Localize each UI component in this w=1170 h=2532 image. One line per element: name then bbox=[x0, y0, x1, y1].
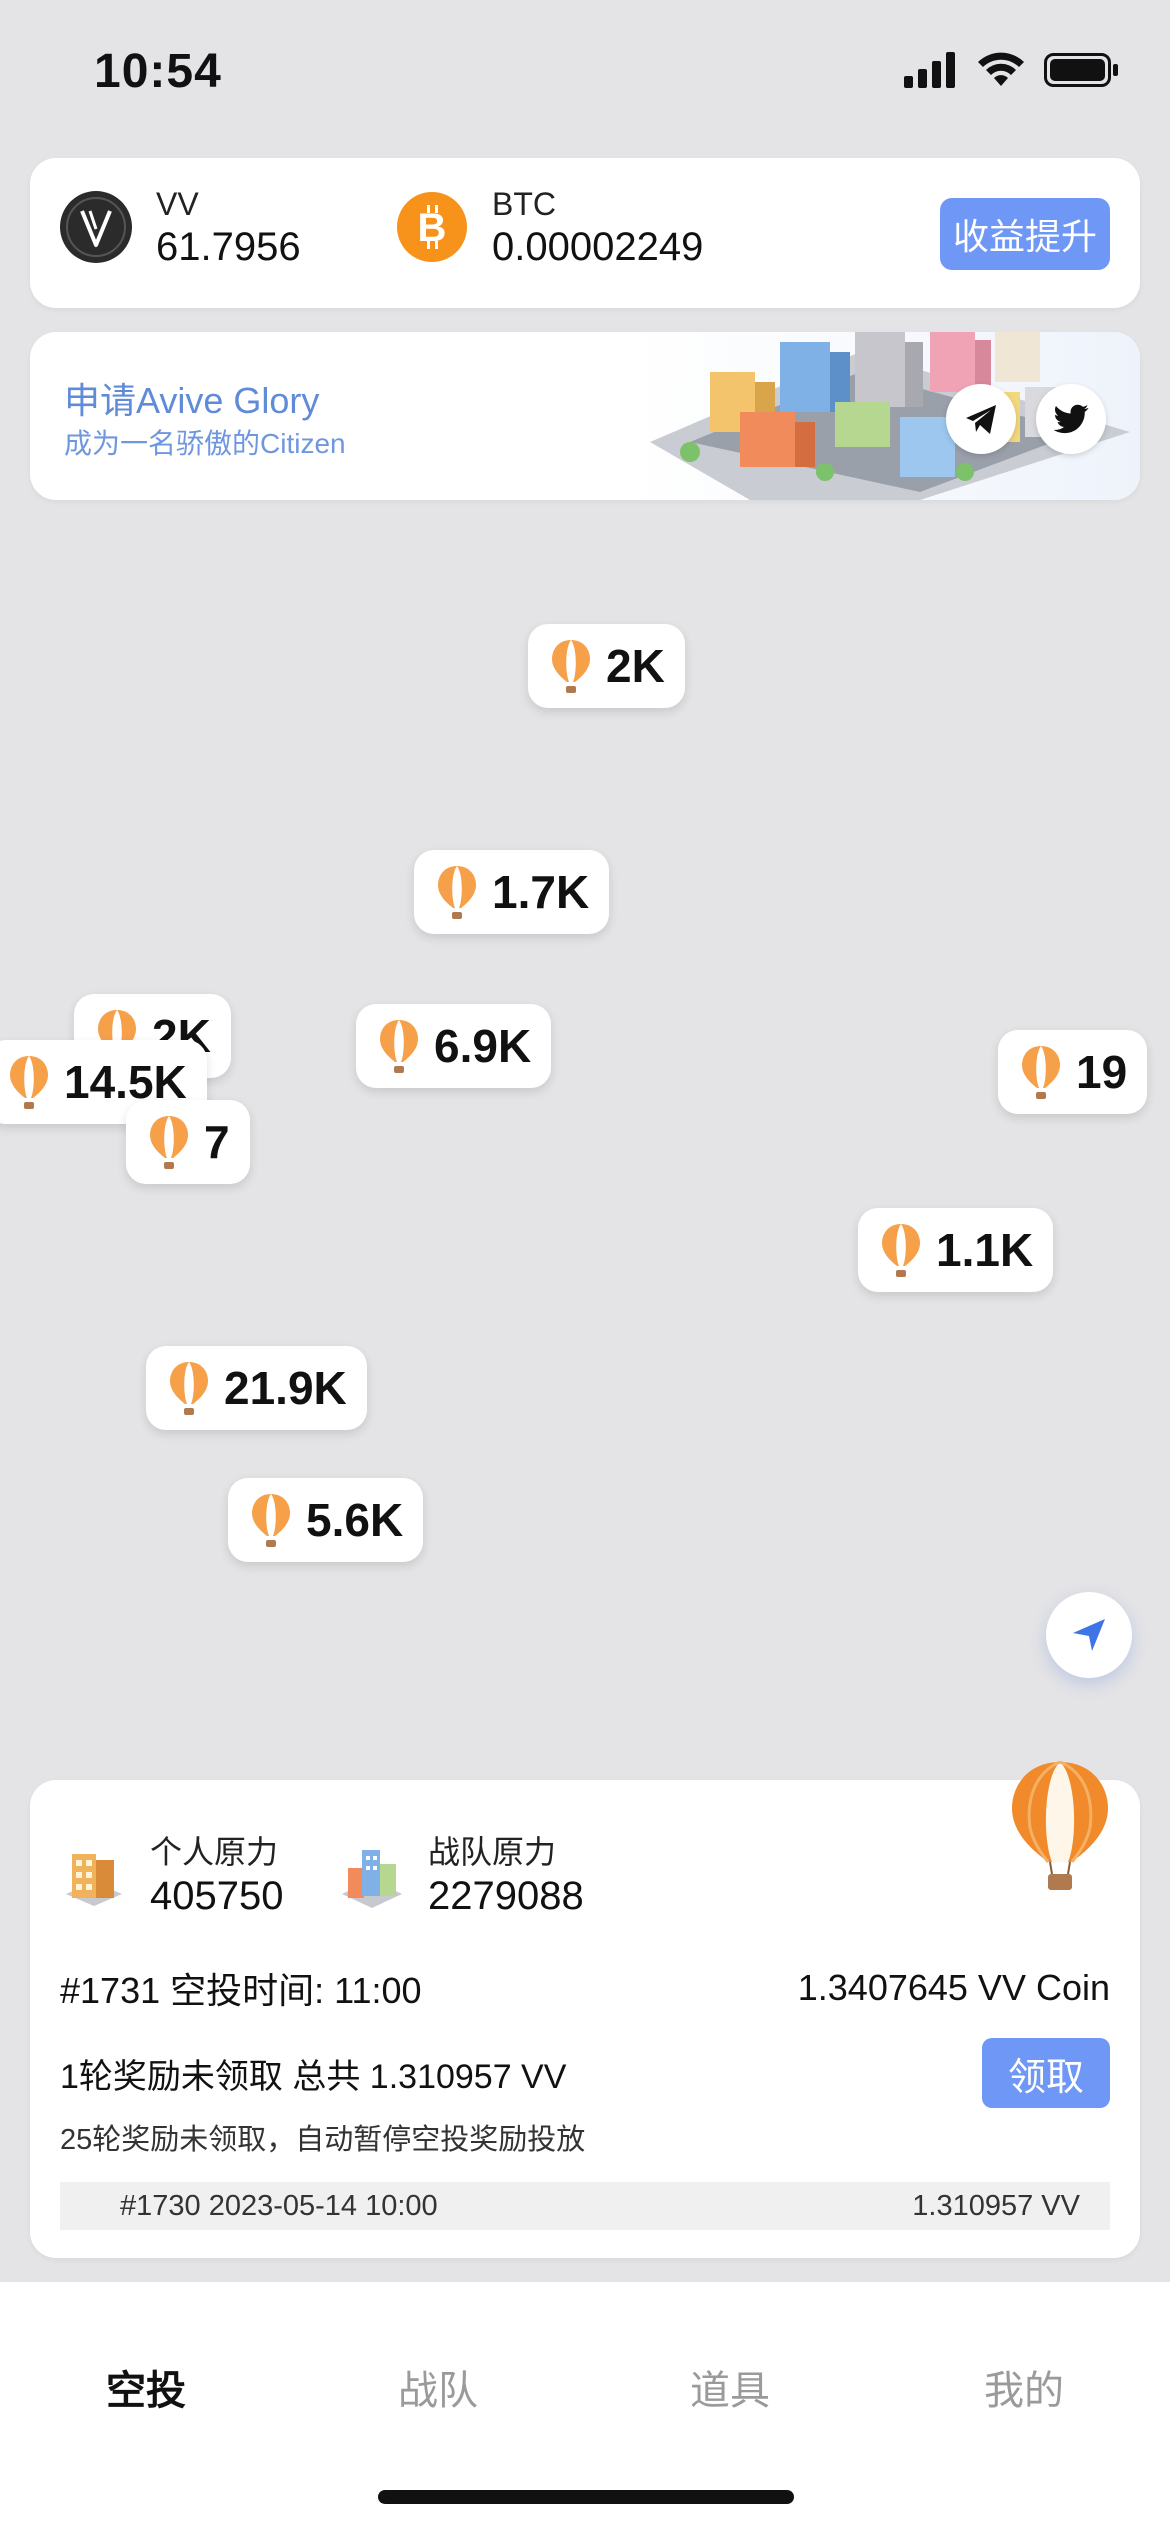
glory-banner[interactable]: 申请Avive Glory 成为一名骄傲的Citizen bbox=[30, 332, 1140, 500]
balloon-icon bbox=[438, 866, 476, 919]
unclaimed-summary: 1轮奖励未领取 总共 1.310957 VV bbox=[60, 2057, 567, 2096]
balloon-value: 21.9K bbox=[224, 1362, 347, 1414]
personal-force: 个人原力 405750 bbox=[60, 1832, 283, 1920]
status-time: 10:54 bbox=[94, 45, 222, 98]
navigation-arrow-icon bbox=[1073, 1619, 1105, 1651]
btc-coin-icon: B bbox=[396, 191, 468, 263]
map-balloon[interactable]: 21.9K bbox=[146, 1346, 367, 1430]
team-force-label: 战队原力 bbox=[428, 1834, 557, 1870]
map-balloon[interactable]: 7 bbox=[126, 1100, 250, 1184]
coin-name: VV bbox=[156, 186, 199, 222]
telegram-icon bbox=[966, 405, 996, 434]
balloon-value: 1.1K bbox=[936, 1224, 1034, 1276]
balloon-icon bbox=[170, 1362, 208, 1415]
balloon-icon bbox=[882, 1224, 920, 1277]
balloon-icon bbox=[10, 1056, 48, 1109]
home-indicator bbox=[378, 2490, 794, 2504]
coin-amount: 61.7956 bbox=[156, 225, 301, 269]
map-balloon[interactable]: 1.1K bbox=[858, 1208, 1054, 1292]
banner-title: 申请Avive Glory bbox=[64, 380, 320, 421]
airdrop-round-info: #1731 空投时间: 11:00 bbox=[60, 1970, 422, 2011]
team-force-value: 2279088 bbox=[428, 1874, 584, 1918]
boost-earnings-button[interactable]: 收益提升 bbox=[940, 198, 1110, 270]
airdrop-panel: 个人原力 405750 战队原力 2279088 #1731 空投时间: 11:… bbox=[30, 1760, 1140, 2258]
map-balloon[interactable]: 2K bbox=[528, 624, 685, 708]
status-bar: 10:54 bbox=[0, 0, 1170, 150]
map-balloon[interactable]: 19 bbox=[998, 1030, 1148, 1114]
twitter-button[interactable] bbox=[1036, 384, 1106, 454]
building-icon bbox=[66, 1854, 122, 1906]
map-balloon[interactable]: 5.6K bbox=[228, 1478, 424, 1562]
history-amount: 1.310957 VV bbox=[912, 2189, 1080, 2222]
banner-subtitle: 成为一名骄傲的Citizen bbox=[64, 428, 346, 459]
balloon-value: 6.9K bbox=[434, 1020, 532, 1072]
signal-icon bbox=[904, 52, 955, 88]
vv-balance[interactable]: VV 61.7956 bbox=[60, 184, 301, 270]
team-force: 战队原力 2279088 bbox=[338, 1832, 584, 1920]
battery-icon bbox=[1044, 53, 1118, 87]
personal-force-value: 405750 bbox=[150, 1874, 284, 1918]
balloon-value: 19 bbox=[1076, 1046, 1128, 1098]
balloon-icon bbox=[150, 1116, 188, 1169]
pause-warning: 25轮奖励未领取，自动暂停空投奖励投放 bbox=[60, 2124, 586, 2156]
unclaimed-row: 1轮奖励未领取 总共 1.310957 VV 领取 bbox=[60, 2038, 1110, 2108]
airdrop-amount: 1.3407645 VV Coin bbox=[797, 1967, 1110, 2008]
telegram-button[interactable] bbox=[946, 384, 1016, 454]
balloon-icon bbox=[552, 640, 590, 693]
balloon-value: 5.6K bbox=[306, 1494, 404, 1546]
claim-button[interactable]: 领取 bbox=[982, 2038, 1110, 2108]
history-row[interactable]: #1730 2023-05-14 10:00 1.310957 VV bbox=[60, 2182, 1110, 2230]
balloon-value: 7 bbox=[204, 1116, 230, 1168]
vv-coin-icon bbox=[60, 191, 132, 263]
coin-name: BTC bbox=[492, 186, 556, 222]
status-icons bbox=[904, 52, 1120, 88]
wifi-icon bbox=[978, 52, 1024, 86]
twitter-icon bbox=[1053, 404, 1089, 434]
map-balloon[interactable]: 6.9K bbox=[356, 1004, 552, 1088]
tab-airdrop[interactable]: 空投 bbox=[106, 2358, 186, 2416]
map-balloon[interactable]: 1.7K bbox=[414, 850, 610, 934]
tab-mine[interactable]: 我的 bbox=[984, 2358, 1064, 2416]
coin-amount: 0.00002249 bbox=[492, 225, 704, 269]
wallet-card: VV 61.7956 B BTC 0.00002249 收益提升 bbox=[30, 158, 1140, 308]
balloon-value: 1.7K bbox=[492, 866, 590, 918]
balloon-icon bbox=[380, 1020, 418, 1073]
btc-balance[interactable]: B BTC 0.00002249 bbox=[396, 184, 703, 270]
locate-button[interactable] bbox=[1046, 1592, 1132, 1678]
buildings-icon bbox=[342, 1850, 402, 1908]
svg-text:B: B bbox=[418, 206, 447, 250]
history-entry: #1730 2023-05-14 10:00 bbox=[120, 2189, 438, 2222]
personal-force-label: 个人原力 bbox=[150, 1834, 279, 1870]
balloon-icon bbox=[1022, 1046, 1060, 1099]
balloon-icon bbox=[252, 1494, 290, 1547]
airdrop-round-row: #1731 空投时间: 11:00 1.3407645 VV Coin bbox=[60, 1962, 1110, 2014]
balloon-value: 2K bbox=[606, 640, 665, 692]
tab-items[interactable]: 道具 bbox=[690, 2358, 770, 2416]
hot-air-balloon-icon bbox=[1012, 1760, 1108, 1890]
tab-team[interactable]: 战队 bbox=[398, 2358, 478, 2416]
